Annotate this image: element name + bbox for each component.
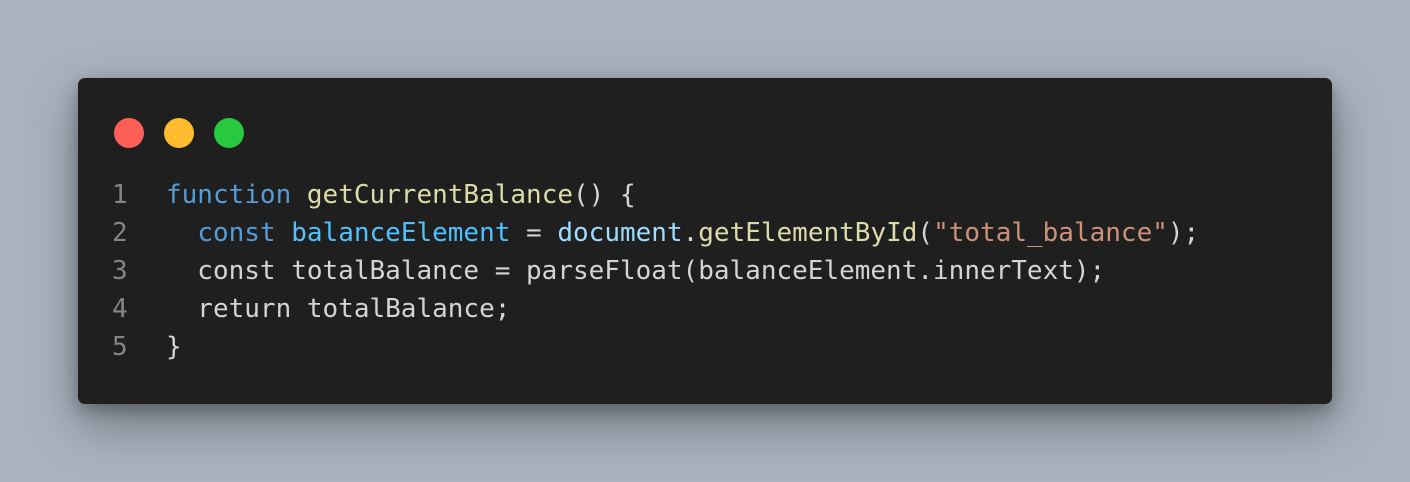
line-content: } [166,328,182,366]
code-line: 3 const totalBalance = parseFloat(balanc… [112,252,1312,290]
code-line: 4 return totalBalance; [112,290,1312,328]
code-token-plain: return totalBalance; [166,294,511,324]
code-token-plain: = [510,218,558,248]
line-content: const totalBalance = parseFloat(balanceE… [166,252,1105,290]
line-number: 4 [112,294,128,324]
code-token-plain: const totalBalance = parseFloat(balanceE… [166,256,1106,286]
code-token-plain: ); [1167,218,1200,248]
code-line: 5} [112,328,1312,366]
close-button[interactable] [114,118,144,148]
code-window: 1 function getCurrentBalance() {2 const b… [78,78,1332,404]
code-token-variable: balanceElement [291,218,511,248]
line-content: const balanceElement = document.getEleme… [166,214,1199,252]
code-token-keyword: function [166,180,292,210]
code-token-string: "total_balance" [933,218,1168,248]
code-token-plain: . [682,218,699,248]
code-token-plain: () { [573,180,636,210]
line-number: 2 [112,218,128,248]
code-editor[interactable]: 1 function getCurrentBalance() {2 const b… [112,176,1312,366]
line-content: return totalBalance; [166,290,510,328]
code-token-function: getCurrentBalance [306,180,573,210]
code-token-keyword: const [197,218,276,248]
line-number: 3 [112,256,128,286]
code-line: 2 const balanceElement = document.getEle… [112,214,1312,252]
line-number: 1 [112,180,128,210]
code-token-plain: } [166,332,182,362]
line-content: function getCurrentBalance() { [166,176,636,214]
line-number: 5 [112,332,128,362]
window-controls [114,118,244,148]
minimize-button[interactable] [164,118,194,148]
code-token-function: getElementById [698,218,918,248]
code-token-property: document [557,218,683,248]
code-token-plain: ( [917,218,934,248]
code-line: 1 function getCurrentBalance() { [112,176,1312,214]
maximize-button[interactable] [214,118,244,148]
